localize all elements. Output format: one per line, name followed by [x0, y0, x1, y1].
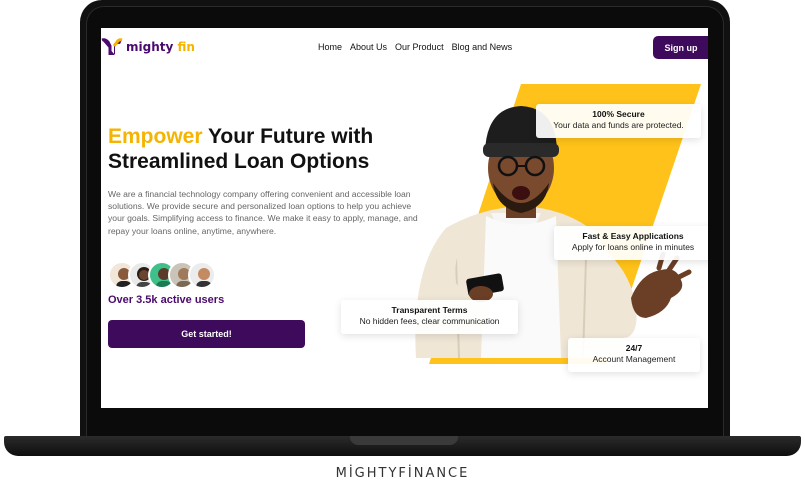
hero-title-highlight: Empower: [108, 125, 203, 148]
website-screen: mighty fin Home About Us Our Product Blo…: [101, 28, 708, 408]
avatar: [188, 261, 216, 289]
feature-card-secure: 100% Secure Your data and funds are prot…: [536, 104, 701, 138]
feature-card-transparent: Transparent Terms No hidden fees, clear …: [341, 300, 518, 334]
mockup-caption: MİGHTYFİNANCE: [335, 466, 470, 481]
logo-mark-icon: [101, 38, 123, 55]
hero-visual: 100% Secure Your data and funds are prot…: [341, 28, 708, 408]
active-users-count: Over 3.5k active users: [108, 294, 225, 306]
laptop-notch: [350, 436, 458, 445]
brand-logo[interactable]: mighty fin: [101, 38, 195, 56]
feature-card-247: 24/7 Account Management: [568, 338, 700, 372]
brand-name: mighty fin: [126, 40, 195, 54]
get-started-button[interactable]: Get started!: [108, 320, 305, 348]
feature-card-fast: Fast & Easy Applications Apply for loans…: [554, 226, 708, 260]
laptop-mockup: MİGHTYFİNANCE mighty fin Home About Us O…: [0, 0, 805, 488]
nav-link-home[interactable]: Home: [318, 42, 342, 52]
user-avatars: [108, 261, 216, 289]
